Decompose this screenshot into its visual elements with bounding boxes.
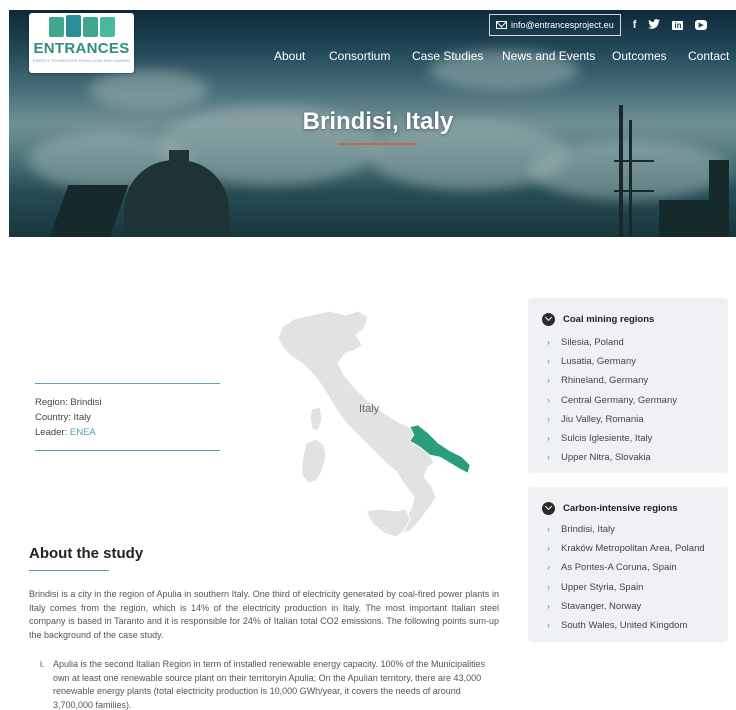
nav-contact[interactable]: Contact (688, 49, 729, 63)
region-link[interactable]: Brindisi, Italy (561, 520, 615, 539)
region-link[interactable]: Upper Nitra, Slovakia (561, 448, 651, 467)
page-title: Brindisi, Italy (302, 108, 454, 135)
divider (35, 450, 220, 451)
linkedin-icon[interactable]: in (672, 20, 684, 30)
corsica-island (309, 406, 323, 432)
list-item[interactable]: › Sulcis Iglesiente, Italy (547, 429, 728, 448)
italy-mainland (277, 310, 437, 534)
nav-news-and-events[interactable]: News and Events (502, 49, 595, 63)
italy-map (277, 310, 471, 538)
coal-regions-header[interactable]: Coal mining regions (528, 298, 728, 328)
hero-scaffold (614, 160, 654, 162)
coal-regions-panel: Coal mining regions › Silesia, Poland › Lu… (528, 298, 728, 473)
about-heading: About the study (29, 545, 144, 562)
hero-building (709, 160, 729, 237)
chevron-down-icon (542, 312, 555, 326)
region-link[interactable]: Stavanger, Norway (561, 597, 641, 616)
nav-consortium[interactable]: Consortium (329, 49, 390, 63)
hero-scaffold (614, 190, 654, 192)
list-item[interactable]: › Upper Styria, Spain (547, 578, 728, 597)
region-link[interactable]: Kraków Metropolitan Area, Poland (561, 539, 705, 558)
region-link[interactable]: Silesia, Poland (561, 333, 624, 352)
chevron-right-icon: › (547, 356, 550, 367)
carbon-regions-header[interactable]: Carbon-intensive regions (528, 487, 728, 517)
region-link[interactable]: Jiu Valley, Romania (561, 410, 644, 429)
list-item[interactable]: › Jiu Valley, Romania (547, 410, 728, 429)
chevron-right-icon: › (547, 432, 550, 443)
leader-row: Leader: ENEA (35, 425, 220, 440)
chevron-right-icon: › (547, 619, 550, 630)
hero-tank-top (169, 150, 189, 165)
leader-label: Leader: (35, 427, 70, 438)
list-item[interactable]: › Kraków Metropolitan Area, Poland (547, 539, 728, 558)
list-item[interactable]: › Upper Nitra, Slovakia (547, 448, 728, 467)
nav-case-studies[interactable]: Case Studies (412, 49, 483, 63)
region-text: Region: Brindisi (35, 397, 102, 408)
list-number: i. (40, 659, 45, 669)
social-links: f in ▶ (633, 18, 707, 32)
carbon-regions-panel: Carbon-intensive regions › Brindisi, Ital… (528, 487, 728, 642)
list-item[interactable]: › Lusatia, Germany (547, 352, 728, 371)
about-paragraph: Brindisi is a city in the region of Apul… (29, 589, 499, 640)
youtube-icon[interactable]: ▶ (695, 20, 707, 30)
country-text: Country: Italy (35, 412, 91, 423)
chevron-right-icon: › (547, 337, 550, 347)
leader-link[interactable]: ENEA (70, 427, 96, 438)
list-item: i. Apulia is the second Italian Region i… (40, 658, 500, 710)
email-text: info@entrancesproject.eu (511, 20, 614, 30)
carbon-regions-list: › Brindisi, Italy › Kraków Metropolitan Ar… (528, 517, 728, 635)
nav-outcomes[interactable]: Outcomes (612, 49, 667, 63)
logo-text: ENTRANCES (33, 40, 130, 57)
list-item-text: Apulia is the second Italian Region in t… (53, 659, 486, 710)
chevron-right-icon: › (547, 581, 550, 592)
sardinia-island (301, 438, 327, 484)
case-info: Region: Brindisi Country: Italy Leader: … (35, 383, 220, 451)
title-underline (339, 143, 417, 145)
list-item[interactable]: › As Pontes-A Coruna, Spain (547, 558, 728, 577)
coal-regions-title: Coal mining regions (563, 313, 655, 325)
about-underline (29, 570, 109, 571)
facebook-icon[interactable]: f (633, 19, 637, 31)
logo-tagline: ENERGY TRANSITIONS FROM COAL AND CARBON (32, 58, 131, 63)
chevron-right-icon: › (547, 562, 550, 573)
list-item[interactable]: › South Wales, United Kingdom (547, 616, 728, 635)
region-link[interactable]: Rhineland, Germany (561, 371, 648, 390)
list-item[interactable]: › Central Germany, Germany (547, 391, 728, 410)
chevron-right-icon: › (547, 543, 550, 554)
map-label: Italy (359, 403, 380, 415)
site-logo[interactable]: ENTRANCES ENERGY TRANSITIONS FROM COAL A… (29, 13, 134, 73)
list-item[interactable]: › Brindisi, Italy (547, 520, 728, 539)
region-link[interactable]: Lusatia, Germany (561, 352, 636, 371)
chevron-down-icon (542, 501, 555, 515)
region-link[interactable]: Upper Styria, Spain (561, 578, 643, 597)
list-item[interactable]: › Rhineland, Germany (547, 371, 728, 390)
chevron-right-icon: › (547, 600, 550, 611)
chevron-right-icon: › (547, 375, 550, 386)
logo-mark (29, 15, 134, 37)
region-link[interactable]: Central Germany, Germany (561, 391, 677, 410)
about-list: i. Apulia is the second Italian Region i… (40, 658, 500, 710)
carbon-regions-title: Carbon-intensive regions (563, 502, 678, 514)
region-link[interactable]: Sulcis Iglesiente, Italy (561, 429, 652, 448)
chevron-right-icon: › (547, 394, 550, 405)
chevron-right-icon: › (547, 452, 550, 463)
hero-scaffold (629, 120, 632, 237)
region-link[interactable]: South Wales, United Kingdom (561, 616, 687, 635)
region-link[interactable]: As Pontes-A Coruna, Spain (561, 558, 677, 577)
list-item[interactable]: › Silesia, Poland (547, 333, 728, 352)
nav-about[interactable]: About (274, 49, 305, 63)
twitter-icon[interactable] (648, 18, 661, 32)
chevron-right-icon: › (547, 413, 550, 424)
coal-regions-list: › Silesia, Poland › Lusatia, Germany › Rhin… (528, 328, 728, 467)
list-item[interactable]: › Stavanger, Norway (547, 597, 728, 616)
chevron-right-icon: › (547, 524, 550, 534)
top-bar: info@entrancesproject.eu f in ▶ (489, 14, 728, 36)
envelope-icon (496, 21, 507, 29)
email-link[interactable]: info@entrancesproject.eu (489, 14, 621, 36)
